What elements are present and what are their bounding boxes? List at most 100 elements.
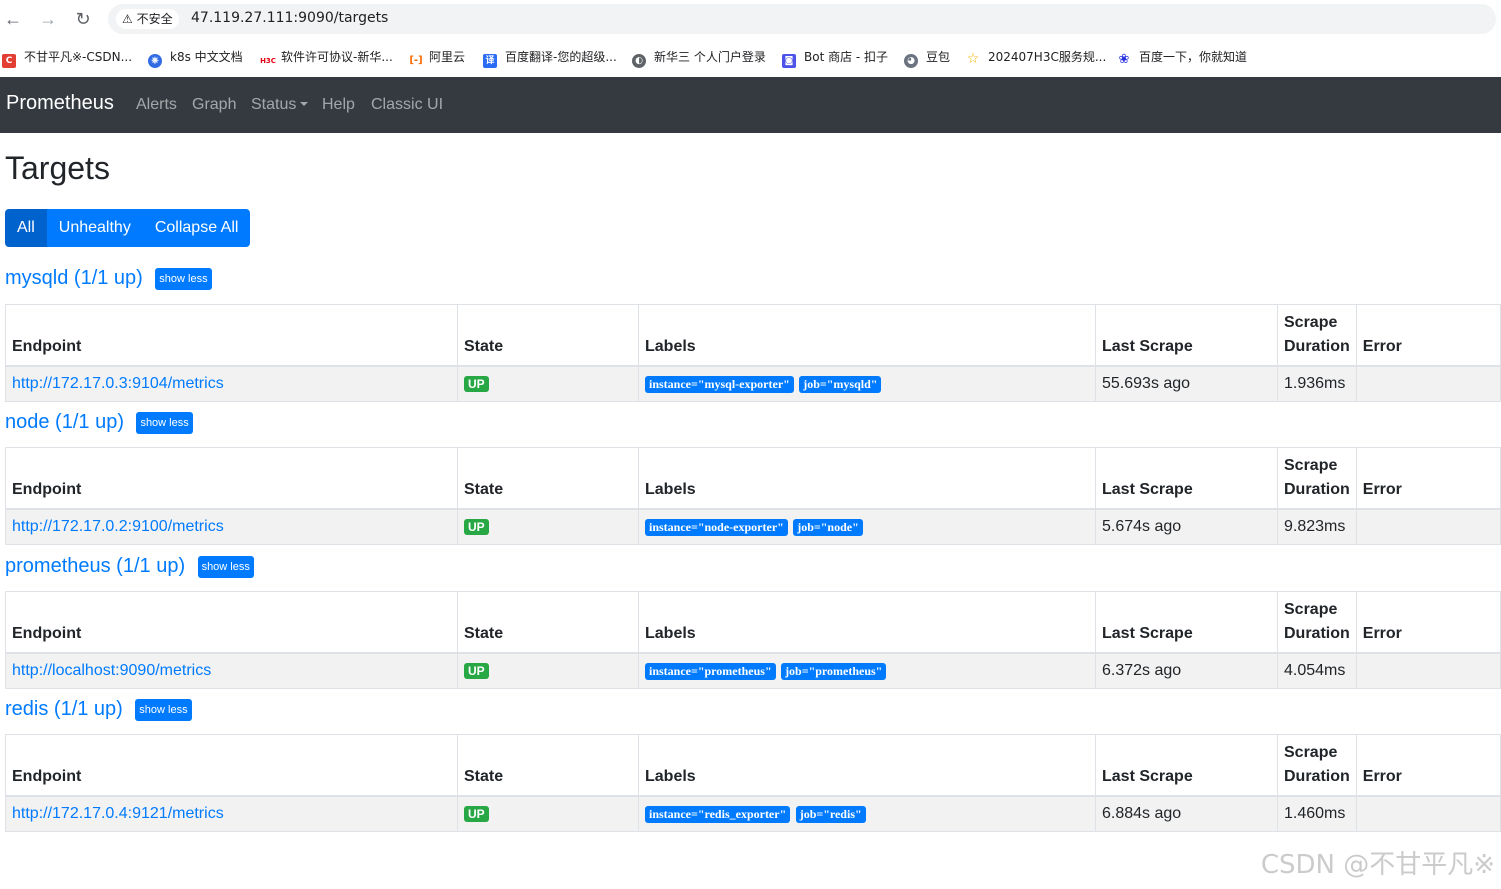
bookmark-item[interactable]: ◕ 豆包 [904, 48, 950, 68]
state-cell: UP [457, 796, 639, 832]
duration-cell: 4.054ms [1277, 653, 1357, 689]
label-badge: job="prometheus" [781, 662, 887, 680]
table-row: http://localhost:9090/metrics UP instanc… [5, 653, 1501, 689]
header-error: Error [1355, 447, 1501, 510]
top-navbar: Prometheus Alerts Graph Status Help Clas… [0, 77, 1501, 133]
header-state: State [457, 447, 639, 510]
label-badge: job="redis" [795, 805, 866, 823]
endpoint-link[interactable]: http://172.17.0.4:9121/metrics [12, 805, 224, 822]
endpoint-link[interactable]: http://172.17.0.3:9104/metrics [12, 375, 224, 392]
bookmark-item[interactable]: ◙ Bot 商店 - 扣子 [782, 48, 888, 68]
header-last-scrape: Last Scrape [1095, 734, 1278, 797]
baidu-paw-icon: ❀ [1117, 52, 1131, 67]
security-label: 不安全 [136, 12, 173, 26]
globe-icon: ◐ [632, 54, 646, 68]
caret-down-icon [300, 102, 309, 106]
pool-header: node (1/1 up) show less [5, 411, 193, 441]
coze-icon: ◙ [782, 54, 796, 68]
label-badge: job="node" [793, 518, 863, 536]
header-error: Error [1355, 734, 1501, 797]
header-endpoint: Endpoint [5, 591, 458, 654]
label-badge: instance="prometheus" [645, 662, 776, 680]
header-scrape-duration: Scrape Duration [1277, 304, 1357, 367]
header-state: State [457, 734, 639, 797]
pool-title[interactable]: redis (1/1 up) [5, 698, 123, 721]
show-less-button[interactable]: show less [136, 411, 193, 434]
last-scrape-cell: 55.693s ago [1095, 366, 1278, 402]
show-less-button[interactable]: show less [155, 267, 212, 290]
header-endpoint: Endpoint [5, 304, 458, 367]
table-row: http://172.17.0.2:9100/metrics UP instan… [5, 509, 1501, 545]
nav-classic-ui[interactable]: Classic UI [371, 96, 443, 114]
back-arrow-icon[interactable]: ← [2, 8, 24, 30]
nav-graph[interactable]: Graph [192, 96, 236, 114]
state-badge: UP [464, 805, 489, 822]
header-scrape-duration: Scrape Duration [1277, 734, 1357, 797]
endpoint-link[interactable]: http://localhost:9090/metrics [12, 662, 211, 679]
nav-status-dropdown[interactable]: Status [251, 96, 309, 114]
bookmark-item[interactable]: [-] 阿里云 [409, 48, 465, 68]
pool-title[interactable]: mysqld (1/1 up) [5, 267, 143, 290]
table-header-row: Endpoint State Labels Last Scrape Scrape… [5, 304, 1501, 367]
filter-button-group: All Unhealthy Collapse All [5, 209, 251, 247]
pool-header: mysqld (1/1 up) show less [5, 267, 212, 297]
duration-cell: 9.823ms [1277, 509, 1357, 545]
bookmark-item[interactable]: ❀ 百度一下，你就知道 [1117, 48, 1247, 67]
targets-table: Endpoint State Labels Last Scrape Scrape… [5, 304, 1501, 402]
doubao-icon: ◕ [904, 54, 918, 68]
targets-table: Endpoint State Labels Last Scrape Scrape… [5, 591, 1501, 689]
collapse-all-button[interactable]: Collapse All [142, 209, 251, 247]
reload-icon[interactable]: ↻ [72, 8, 94, 30]
bookmark-item[interactable]: ☆ 202407H3C服务规... [966, 48, 1106, 66]
url-text[interactable]: 47.119.27.111:9090/targets [191, 10, 388, 26]
warning-icon: ⚠ [122, 12, 133, 26]
state-badge: UP [464, 375, 489, 392]
header-endpoint: Endpoint [5, 447, 458, 510]
bookmark-item[interactable]: H3C 软件许可协议-新华... [259, 48, 393, 68]
state-cell: UP [457, 509, 639, 545]
bookmark-item[interactable]: ◐ 新华三 个人门户登录 [632, 48, 766, 68]
header-state: State [457, 591, 639, 654]
labels-cell: instance="mysql-exporter" job="mysqld" [638, 366, 1096, 402]
k8s-icon: ⎈ [148, 54, 162, 68]
pool-header: prometheus (1/1 up) show less [5, 555, 254, 585]
nav-alerts[interactable]: Alerts [136, 96, 177, 114]
bookmarks-bar: C 不甘平凡※-CSDN... ⎈ k8s 中文文档 H3C 软件许可协议-新华...… [0, 38, 1501, 76]
filter-unhealthy-button[interactable]: Unhealthy [46, 209, 143, 247]
security-chip[interactable]: ⚠ 不安全 [116, 9, 179, 29]
state-badge: UP [464, 518, 489, 535]
aliyun-icon: [-] [409, 54, 423, 68]
csdn-icon: C [2, 54, 16, 68]
state-badge: UP [464, 662, 489, 679]
error-cell [1355, 796, 1501, 832]
endpoint-cell: http://172.17.0.3:9104/metrics [5, 366, 458, 402]
browser-toolbar: ← → ↻ ⚠ 不安全 47.119.27.111:9090/targets [0, 0, 1501, 38]
forward-arrow-icon[interactable]: → [37, 8, 59, 30]
table-header-row: Endpoint State Labels Last Scrape Scrape… [5, 591, 1501, 654]
show-less-button[interactable]: show less [135, 698, 192, 721]
header-state: State [457, 304, 639, 367]
bookmark-item[interactable]: C 不甘平凡※-CSDN... [2, 48, 132, 68]
table-header-row: Endpoint State Labels Last Scrape Scrape… [5, 734, 1501, 797]
state-cell: UP [457, 366, 639, 402]
pool-title[interactable]: prometheus (1/1 up) [5, 555, 185, 578]
bookmark-item[interactable]: 译百度翻译-您的超级... [483, 48, 617, 68]
address-bar[interactable]: ⚠ 不安全 47.119.27.111:9090/targets [108, 4, 1496, 34]
header-labels: Labels [638, 734, 1096, 797]
endpoint-cell: http://localhost:9090/metrics [5, 653, 458, 689]
header-labels: Labels [638, 447, 1096, 510]
header-scrape-duration: Scrape Duration [1277, 447, 1357, 510]
show-less-button[interactable]: show less [197, 555, 254, 578]
brand-link[interactable]: Prometheus [6, 92, 114, 115]
table-row: http://172.17.0.4:9121/metrics UP instan… [5, 796, 1501, 832]
filter-all-button[interactable]: All [5, 209, 47, 247]
pool-title[interactable]: node (1/1 up) [5, 411, 124, 434]
baidu-translate-icon: 译 [483, 54, 497, 68]
label-badge: instance="node-exporter" [645, 518, 788, 536]
header-labels: Labels [638, 304, 1096, 367]
page-title: Targets [5, 150, 110, 186]
endpoint-link[interactable]: http://172.17.0.2:9100/metrics [12, 518, 224, 535]
bookmark-item[interactable]: ⎈ k8s 中文文档 [148, 48, 243, 68]
nav-help[interactable]: Help [322, 96, 355, 114]
label-badge: instance="redis_exporter" [645, 805, 791, 823]
